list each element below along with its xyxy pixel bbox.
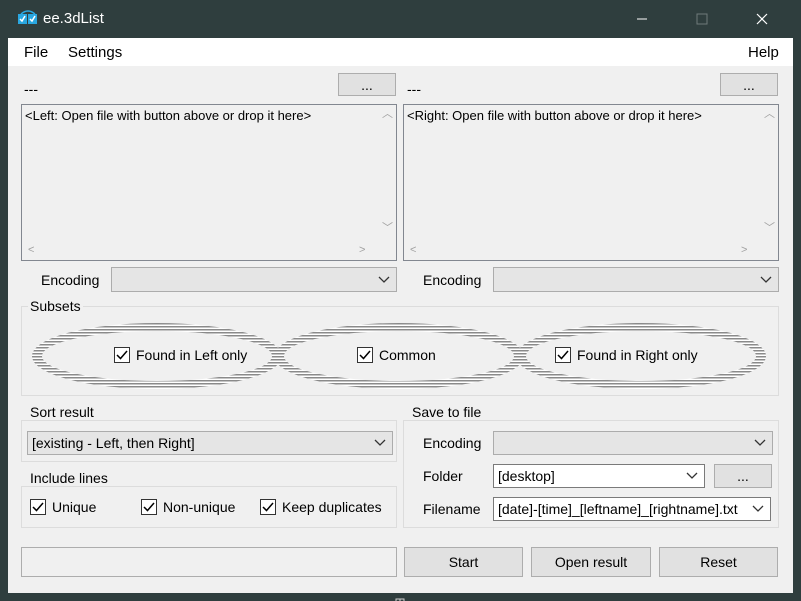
checkmark-icon bbox=[141, 499, 157, 515]
scroll-left-icon[interactable]: < bbox=[28, 245, 34, 256]
unique-checkbox[interactable]: Unique bbox=[30, 499, 96, 515]
scroll-down-icon[interactable]: ﹀ bbox=[764, 223, 775, 234]
right-path-label: --- bbox=[407, 81, 421, 97]
checkmark-icon bbox=[357, 347, 373, 363]
app-icon bbox=[18, 10, 38, 28]
close-icon bbox=[756, 13, 768, 25]
right-only-checkbox[interactable]: Found in Right only bbox=[555, 347, 698, 363]
left-browse-button[interactable]: ... bbox=[338, 73, 396, 96]
menu-file[interactable]: File bbox=[24, 44, 48, 61]
scroll-corner bbox=[760, 242, 778, 260]
maximize-icon bbox=[696, 13, 708, 25]
sort-result-select[interactable]: [existing - Left, then Right] bbox=[27, 431, 393, 455]
scroll-up-icon[interactable]: ︿ bbox=[764, 109, 775, 120]
save-encoding-label: Encoding bbox=[423, 435, 482, 451]
left-encoding-label: Encoding bbox=[41, 272, 100, 288]
right-browse-button[interactable]: ... bbox=[720, 73, 778, 96]
reset-button[interactable]: Reset bbox=[659, 547, 778, 577]
status-panel bbox=[21, 547, 397, 577]
checkmark-icon bbox=[260, 499, 276, 515]
left-only-checkbox[interactable]: Found in Left only bbox=[114, 347, 247, 363]
resize-grip-icon[interactable] bbox=[395, 593, 405, 601]
chevron-down-icon bbox=[378, 276, 390, 283]
common-label: Common bbox=[379, 347, 436, 363]
checkmark-icon bbox=[555, 347, 571, 363]
chevron-down-icon bbox=[374, 439, 386, 446]
filename-value: [date]-[time]_[leftname]_[rightname].txt bbox=[498, 501, 738, 517]
open-result-button[interactable]: Open result bbox=[531, 547, 651, 577]
unique-label: Unique bbox=[52, 499, 97, 515]
save-to-file-title: Save to file bbox=[410, 404, 484, 420]
menu-help[interactable]: Help bbox=[748, 44, 779, 61]
keep-duplicates-checkbox[interactable]: Keep duplicates bbox=[260, 499, 382, 515]
checkmark-icon bbox=[30, 499, 46, 515]
sort-result-value: [existing - Left, then Right] bbox=[32, 435, 195, 451]
scroll-right-icon[interactable]: > bbox=[741, 245, 747, 256]
menu-settings[interactable]: Settings bbox=[68, 44, 122, 61]
right-file-content[interactable]: <Right: Open file with button above or d… bbox=[403, 104, 779, 261]
minimize-icon bbox=[637, 18, 647, 20]
sort-result-title: Sort result bbox=[28, 404, 96, 420]
left-vertical-scrollbar[interactable]: ︿ ﹀ bbox=[378, 105, 396, 241]
checkmark-icon bbox=[114, 347, 130, 363]
left-horizontal-scrollbar[interactable]: < > bbox=[22, 242, 378, 260]
include-lines-title: Include lines bbox=[28, 470, 110, 486]
right-encoding-label: Encoding bbox=[423, 272, 482, 288]
scroll-down-icon[interactable]: ﹀ bbox=[382, 223, 393, 234]
close-button[interactable] bbox=[739, 0, 785, 38]
minimize-button[interactable] bbox=[619, 0, 665, 38]
folder-label: Folder bbox=[423, 468, 463, 484]
left-file-content[interactable]: <Left: Open file with button above or dr… bbox=[21, 104, 397, 261]
left-only-label: Found in Left only bbox=[136, 347, 248, 363]
start-button[interactable]: Start bbox=[404, 547, 523, 577]
chevron-down-icon bbox=[686, 472, 698, 479]
chevron-down-icon bbox=[754, 439, 766, 446]
right-placeholder-text: <Right: Open file with button above or d… bbox=[407, 108, 702, 123]
left-placeholder-text: <Left: Open file with button above or dr… bbox=[25, 108, 312, 123]
title-bar[interactable]: ee.3dList bbox=[0, 0, 801, 38]
scroll-left-icon[interactable]: < bbox=[410, 245, 416, 256]
left-encoding-select[interactable] bbox=[111, 267, 397, 292]
right-horizontal-scrollbar[interactable]: < > bbox=[404, 242, 760, 260]
scroll-right-icon[interactable]: > bbox=[359, 245, 365, 256]
right-encoding-select[interactable] bbox=[493, 267, 779, 292]
filename-label: Filename bbox=[423, 501, 481, 517]
filename-select[interactable]: [date]-[time]_[leftname]_[rightname].txt bbox=[493, 497, 771, 521]
non-unique-checkbox[interactable]: Non-unique bbox=[141, 499, 235, 515]
menu-bar: File Settings Help bbox=[8, 38, 793, 66]
right-vertical-scrollbar[interactable]: ︿ ﹀ bbox=[760, 105, 778, 241]
common-checkbox[interactable]: Common bbox=[357, 347, 436, 363]
non-unique-label: Non-unique bbox=[163, 499, 236, 515]
chevron-down-icon bbox=[760, 276, 772, 283]
keep-duplicates-label: Keep duplicates bbox=[282, 499, 382, 515]
folder-select[interactable]: [desktop] bbox=[493, 464, 705, 488]
chevron-down-icon bbox=[752, 505, 764, 512]
right-only-label: Found in Right only bbox=[577, 347, 698, 363]
window-title: ee.3dList bbox=[43, 10, 104, 27]
save-encoding-select[interactable] bbox=[493, 431, 773, 455]
scroll-corner bbox=[378, 242, 396, 260]
client-area: File Settings Help --- ... --- ... <Left… bbox=[8, 38, 793, 593]
scroll-up-icon[interactable]: ︿ bbox=[382, 109, 393, 120]
maximize-button[interactable] bbox=[679, 0, 725, 38]
folder-browse-button[interactable]: ... bbox=[714, 464, 772, 488]
subsets-title: Subsets bbox=[28, 298, 83, 314]
left-path-label: --- bbox=[24, 81, 38, 97]
folder-value: [desktop] bbox=[498, 468, 555, 484]
